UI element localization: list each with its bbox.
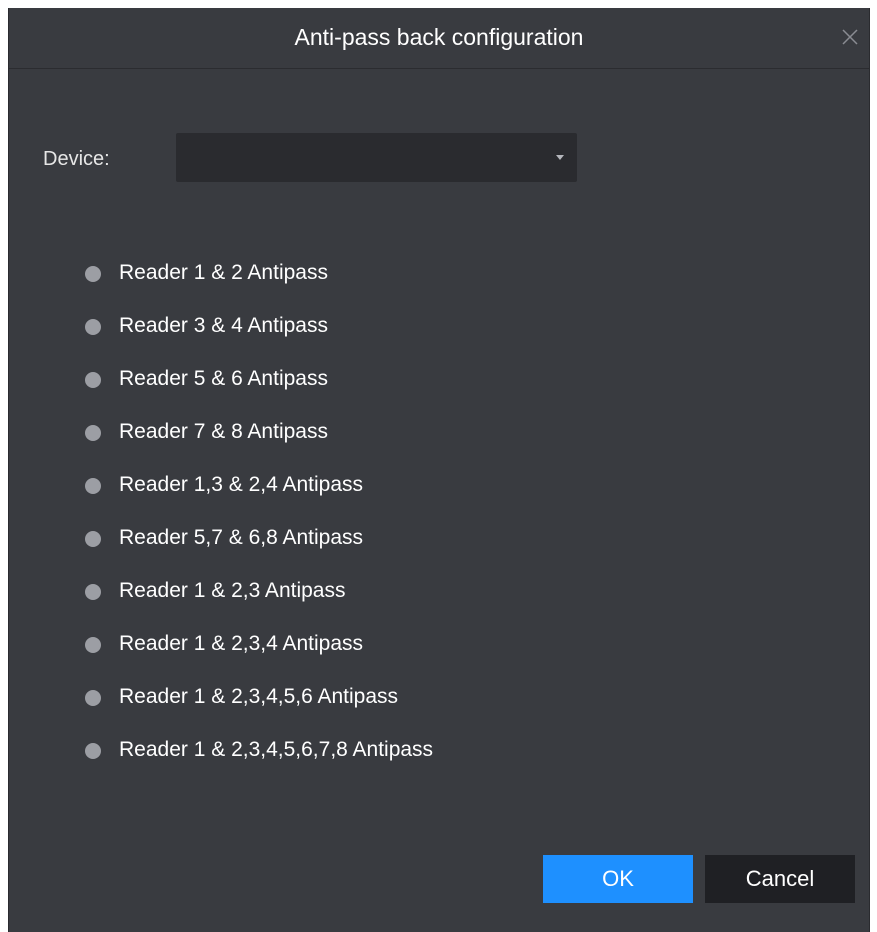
antipass-option-label: Reader 7 & 8 Antipass: [119, 420, 328, 443]
antipass-option-label: Reader 1 & 2,3,4,5,6,7,8 Antipass: [119, 738, 434, 761]
dialog-titlebar: Anti-pass back configuration: [9, 8, 869, 69]
antipass-option[interactable]: Reader 1 & 2,3,4 Antipass: [85, 627, 433, 680]
radio-button-icon[interactable]: [85, 637, 101, 653]
antipass-option[interactable]: Reader 1,3 & 2,4 Antipass: [85, 468, 433, 521]
cancel-button[interactable]: Cancel: [705, 855, 855, 903]
dialog-title: Anti-pass back configuration: [294, 24, 584, 50]
antipass-option-label: Reader 1,3 & 2,4 Antipass: [119, 473, 363, 496]
device-label: Device:: [43, 148, 110, 170]
antipass-option-label: Reader 1 & 2 Antipass: [119, 261, 328, 284]
antipass-option[interactable]: Reader 1 & 2,3 Antipass: [85, 574, 433, 627]
antipass-option-label: Reader 1 & 2,3 Antipass: [119, 579, 346, 602]
close-icon[interactable]: [837, 24, 863, 50]
ok-button[interactable]: OK: [543, 855, 693, 903]
antipass-option[interactable]: Reader 5,7 & 6,8 Antipass: [85, 521, 433, 574]
antipass-options-group: Reader 1 & 2 Antipass Reader 3 & 4 Antip…: [85, 256, 433, 786]
radio-button-icon[interactable]: [85, 319, 101, 335]
device-dropdown[interactable]: [176, 133, 577, 182]
antipass-option-label: Reader 5 & 6 Antipass: [119, 367, 328, 390]
radio-button-icon[interactable]: [85, 690, 101, 706]
radio-button-icon[interactable]: [85, 584, 101, 600]
antipass-option-label: Reader 1 & 2,3,4 Antipass: [119, 632, 363, 655]
antipass-option[interactable]: Reader 3 & 4 Antipass: [85, 309, 433, 362]
radio-button-icon[interactable]: [85, 266, 101, 282]
antipass-option-label: Reader 5,7 & 6,8 Antipass: [119, 526, 363, 549]
antipass-option[interactable]: Reader 7 & 8 Antipass: [85, 415, 433, 468]
anti-pass-back-dialog: Anti-pass back configuration Device: Rea…: [8, 8, 870, 932]
radio-button-icon[interactable]: [85, 425, 101, 441]
radio-button-icon[interactable]: [85, 478, 101, 494]
antipass-option[interactable]: Reader 1 & 2,3,4,5,6,7,8 Antipass: [85, 733, 433, 786]
antipass-option-label: Reader 3 & 4 Antipass: [119, 314, 328, 337]
radio-button-icon[interactable]: [85, 372, 101, 388]
antipass-option[interactable]: Reader 1 & 2,3,4,5,6 Antipass: [85, 680, 433, 733]
radio-button-icon[interactable]: [85, 531, 101, 547]
antipass-option[interactable]: Reader 5 & 6 Antipass: [85, 362, 433, 415]
radio-button-icon[interactable]: [85, 743, 101, 759]
antipass-option-label: Reader 1 & 2,3,4,5,6 Antipass: [119, 685, 399, 708]
antipass-option[interactable]: Reader 1 & 2 Antipass: [85, 256, 433, 309]
caret-down-icon[interactable]: [556, 155, 564, 160]
